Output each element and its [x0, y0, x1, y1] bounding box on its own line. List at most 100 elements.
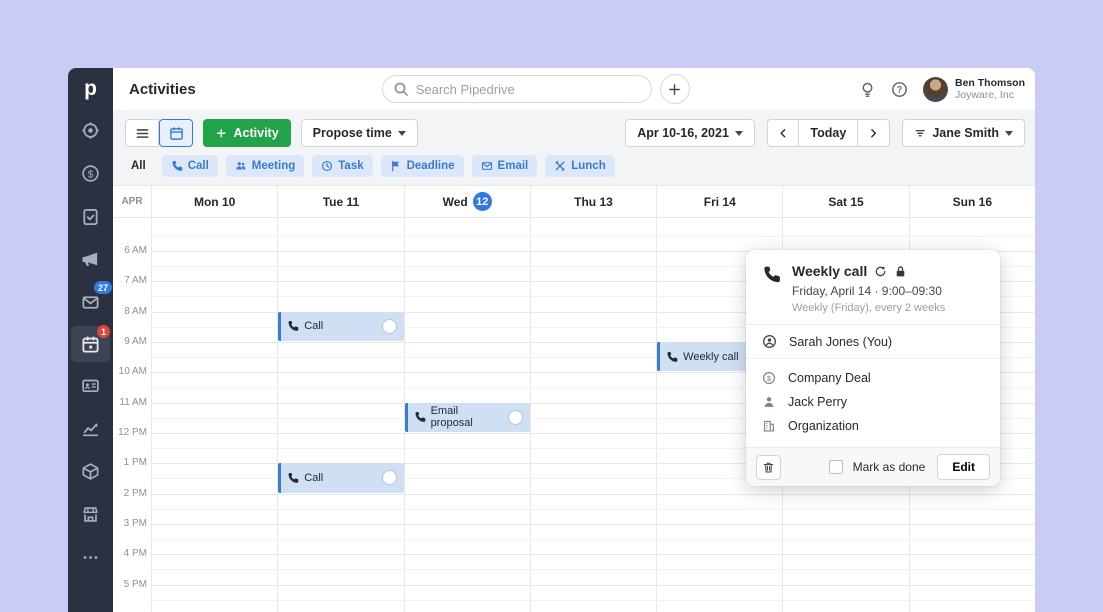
half-hour-line	[151, 509, 1035, 510]
sidebar-item-products[interactable]	[68, 450, 113, 493]
day-header-mon-10[interactable]: Mon 10	[151, 186, 277, 217]
sidebar-item-more[interactable]	[68, 536, 113, 579]
sidebar-item-contacts[interactable]	[68, 364, 113, 407]
sidebar-item-activities[interactable]: 1	[68, 324, 113, 364]
time-label: 5 PM	[113, 580, 147, 590]
calendar-event-email-proposal[interactable]: Email proposal	[405, 403, 530, 432]
next-week-button[interactable]	[858, 119, 890, 147]
half-hour-line	[151, 600, 1035, 601]
calendar-event-call[interactable]: Call	[278, 312, 403, 341]
prev-week-button[interactable]	[767, 119, 800, 147]
grid-column-line	[151, 218, 152, 612]
today-button[interactable]: Today	[799, 119, 858, 147]
clipboard-check-icon	[81, 207, 100, 226]
user-menu[interactable]: Ben Thomson Joyware, Inc	[923, 77, 1025, 102]
owner-filter-dropdown[interactable]: Jane Smith	[902, 119, 1025, 147]
time-label: 2 PM	[113, 489, 147, 499]
mark-as-done-checkbox[interactable]	[829, 460, 843, 474]
search-icon	[393, 81, 409, 97]
day-label: Mon 10	[194, 195, 235, 209]
calendar-view-button[interactable]	[159, 119, 193, 147]
edit-button[interactable]: Edit	[937, 454, 990, 480]
time-label: 1 PM	[113, 458, 147, 468]
popup-linked-organization[interactable]: Organization	[762, 414, 984, 438]
popup-linked-jack-perry[interactable]: Jack Perry	[762, 390, 984, 414]
sidebar-item-campaigns[interactable]	[68, 238, 113, 281]
time-label: 4 PM	[113, 549, 147, 559]
person-circle-icon	[762, 334, 777, 349]
event-title: Weekly call	[683, 351, 738, 363]
popup-datetime: Friday, April 14 · 9:00–09:30	[792, 284, 945, 298]
activity-detail-popup: Weekly call Friday, April 14 · 9:00–09:3…	[746, 250, 1000, 486]
list-view-button[interactable]	[125, 119, 159, 147]
popup-linked-company-deal[interactable]: $Company Deal	[762, 366, 984, 390]
day-header-wed[interactable]: Wed12	[404, 186, 530, 217]
date-range-dropdown[interactable]: Apr 10-16, 2021	[625, 119, 755, 147]
time-label: 8 AM	[113, 307, 147, 317]
sidebar-item-tasks[interactable]	[68, 195, 113, 238]
filter-chip-meeting[interactable]: Meeting	[226, 155, 304, 177]
filter-chip-email[interactable]: Email	[472, 155, 538, 177]
clock-icon	[321, 160, 333, 172]
pipedrive-logo[interactable]: p	[68, 68, 113, 109]
mail-icon	[81, 293, 100, 312]
tips-button[interactable]	[859, 81, 876, 98]
sidebar-items: $271	[68, 109, 113, 579]
date-range-label: Apr 10-16, 2021	[637, 126, 729, 140]
sidebar-item-deals[interactable]: $	[68, 152, 113, 195]
trash-icon	[762, 461, 775, 474]
add-activity-button[interactable]: Activity	[203, 119, 291, 147]
event-done-checkbox[interactable]	[382, 319, 397, 334]
grid-column-line	[530, 218, 531, 612]
today-date-badge: 12	[473, 192, 492, 211]
help-button[interactable]: ?	[891, 81, 908, 98]
time-label: 9 AM	[113, 337, 147, 347]
propose-time-button[interactable]: Propose time	[301, 119, 418, 147]
filter-chip-label: Email	[498, 160, 529, 172]
day-header-fri-14[interactable]: Fri 14	[656, 186, 782, 217]
popup-attendee-row: Sarah Jones (You)	[746, 325, 1000, 358]
linked-item-label: Jack Perry	[788, 395, 847, 409]
day-header-thu-13[interactable]: Thu 13	[530, 186, 656, 217]
event-done-checkbox[interactable]	[508, 410, 523, 425]
time-label: 11 AM	[113, 398, 147, 408]
filter-chip-deadline[interactable]: Deadline	[381, 155, 464, 177]
svg-text:$: $	[88, 169, 94, 180]
toolbar: Activity Propose time Apr 10-16, 2021	[113, 110, 1035, 185]
calendar-view-icon	[169, 126, 184, 141]
sidebar-item-leads[interactable]	[68, 109, 113, 152]
phone-icon	[762, 265, 781, 314]
day-header-sat-15[interactable]: Sat 15	[782, 186, 908, 217]
filter-chip-label: Meeting	[252, 160, 295, 172]
quick-add-button[interactable]	[660, 74, 690, 104]
add-activity-label: Activity	[234, 126, 279, 140]
avatar	[923, 77, 948, 102]
day-header-tue-11[interactable]: Tue 11	[277, 186, 403, 217]
sidebar-item-insights[interactable]	[68, 407, 113, 450]
filter-chip-all[interactable]: All	[125, 155, 152, 177]
chart-icon	[81, 419, 100, 438]
sidebar-item-mail[interactable]: 27	[68, 281, 113, 324]
top-right-controls: ? Ben Thomson Joyware, Inc	[859, 77, 1025, 102]
day-header-sun-16[interactable]: Sun 16	[909, 186, 1035, 217]
search-box[interactable]	[382, 75, 652, 103]
calendar-event-call[interactable]: Call	[278, 463, 403, 492]
event-done-checkbox[interactable]	[382, 470, 397, 485]
day-label: Thu 13	[574, 195, 613, 209]
sidebar-item-marketplace[interactable]	[68, 493, 113, 536]
plus-icon	[667, 82, 682, 97]
page-title: Activities	[129, 81, 196, 98]
svg-text:$: $	[767, 374, 772, 383]
search-input[interactable]	[416, 82, 641, 97]
filter-chip-call[interactable]: Call	[162, 155, 218, 177]
filter-chip-label: Task	[338, 160, 363, 172]
filter-chip-label: Call	[188, 160, 209, 172]
chevron-down-icon	[735, 131, 743, 136]
filter-chip-lunch[interactable]: Lunch	[545, 155, 615, 177]
phone-icon	[666, 351, 678, 363]
delete-button[interactable]	[756, 455, 781, 480]
month-label: APR	[113, 186, 151, 217]
filter-chip-task[interactable]: Task	[312, 155, 372, 177]
activities-badge: 1	[97, 325, 110, 338]
building-icon	[762, 419, 776, 433]
